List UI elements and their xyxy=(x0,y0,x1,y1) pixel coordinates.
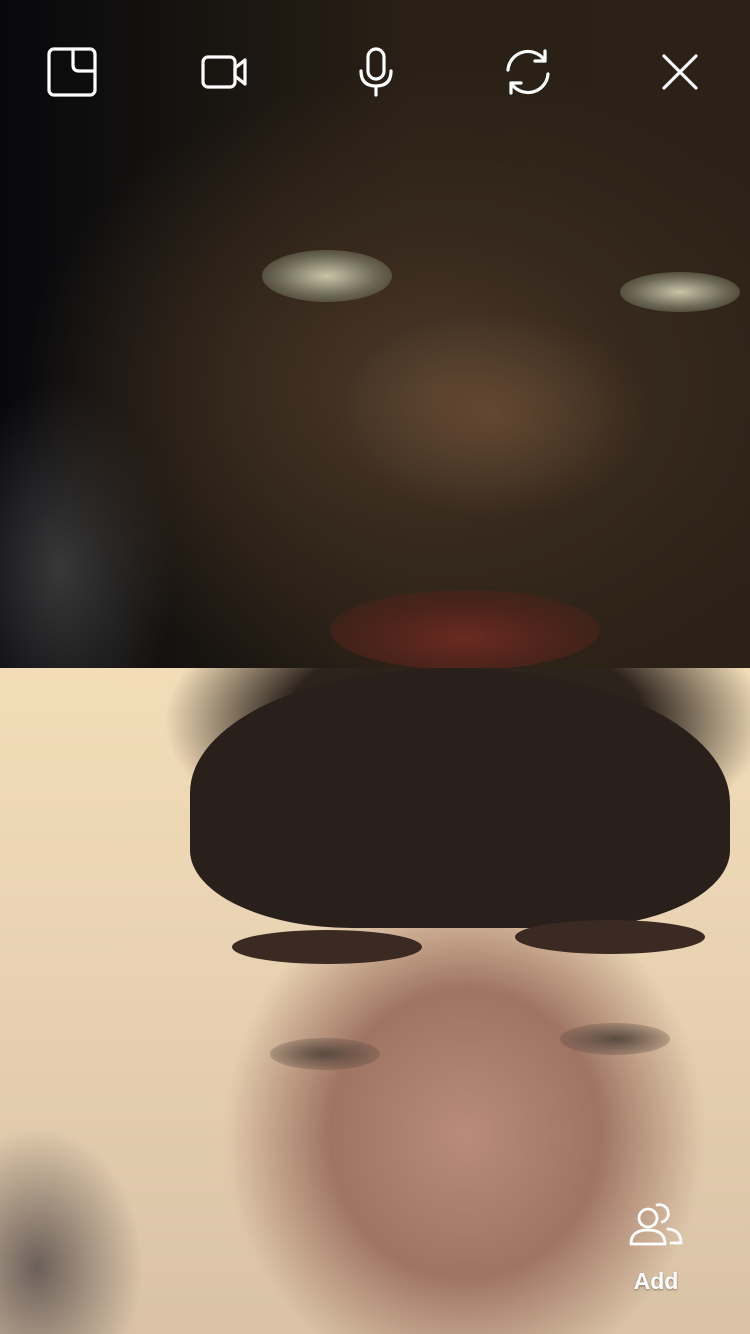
remote-right-eye xyxy=(620,272,740,312)
add-participants-button[interactable]: Add xyxy=(612,1196,700,1306)
end-call-button[interactable] xyxy=(648,40,712,104)
microphone-button[interactable] xyxy=(344,40,408,104)
self-left-eyebrow xyxy=(232,930,422,964)
minimize-button[interactable] xyxy=(40,40,104,104)
self-right-eye xyxy=(560,1023,670,1055)
call-controls-toolbar xyxy=(0,40,750,104)
self-left-eye xyxy=(270,1038,380,1070)
remote-mouth xyxy=(330,590,600,668)
video-camera-icon xyxy=(201,55,247,89)
camera-toggle-button[interactable] xyxy=(192,40,256,104)
remote-left-eye xyxy=(262,250,392,302)
add-people-icon xyxy=(629,1203,683,1246)
microphone-icon xyxy=(359,47,393,97)
add-participants-label: Add xyxy=(633,1268,679,1294)
self-right-eyebrow xyxy=(515,920,705,954)
close-icon xyxy=(662,54,698,90)
camera-switch-icon xyxy=(506,49,550,95)
flip-camera-button[interactable] xyxy=(496,40,560,104)
self-hair xyxy=(190,668,730,928)
picture-in-picture-icon xyxy=(47,47,97,97)
